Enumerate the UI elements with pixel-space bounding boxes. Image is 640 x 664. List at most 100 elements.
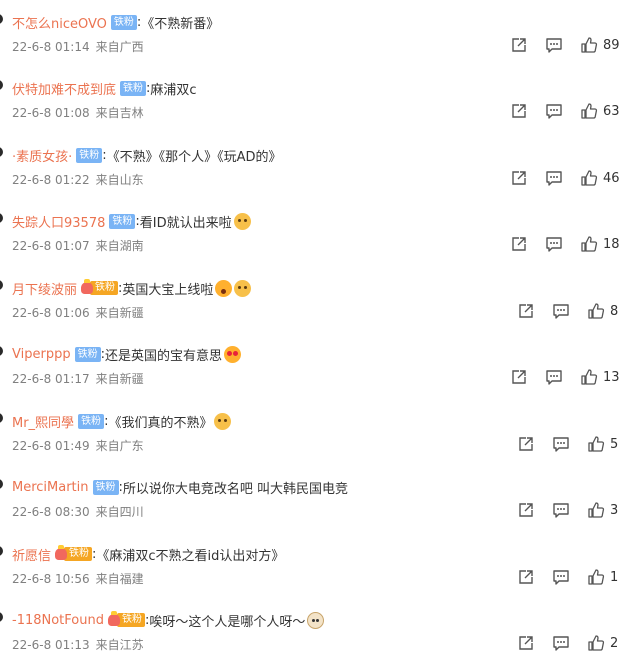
cat-emoji xyxy=(307,611,325,629)
fan-badge-label: 铁粉 xyxy=(116,613,145,627)
share-icon[interactable] xyxy=(517,568,535,586)
like-count: 5 xyxy=(610,436,619,452)
comment-meta: 22-6-8 01:22 来自山东 xyxy=(12,171,144,188)
comment-item: 失踪人口93578 铁粉: 看ID就认出来啦 22-6-8 01:07 来自湖南 18 xyxy=(0,199,640,265)
comment-meta: 22-6-8 01:06 来自新疆 xyxy=(12,304,144,321)
thumbs-up-icon[interactable] xyxy=(580,102,598,120)
username-link[interactable]: -118NotFound xyxy=(12,613,104,628)
share-icon[interactable] xyxy=(510,169,528,187)
thumbs-up-icon[interactable] xyxy=(587,435,605,453)
like-count: 8 xyxy=(610,303,619,319)
avatar[interactable] xyxy=(0,280,3,290)
avatar[interactable] xyxy=(0,346,3,356)
share-icon[interactable] xyxy=(517,435,535,453)
comment-icon[interactable] xyxy=(552,302,570,320)
comment-meta: 22-6-8 10:56 来自福建 xyxy=(12,570,144,587)
thumbs-up-icon[interactable] xyxy=(580,36,598,54)
avatar[interactable] xyxy=(0,612,3,622)
comment-meta: 22-6-8 01:14 来自广西 xyxy=(12,38,144,55)
comment-icon[interactable] xyxy=(545,368,563,386)
thumbs-up-icon[interactable] xyxy=(587,302,605,320)
avatar[interactable] xyxy=(0,479,3,489)
username-link[interactable]: 失踪人口93578 xyxy=(12,212,105,231)
avatar[interactable] xyxy=(0,14,3,24)
iron-fan-crown-badge: 铁粉 xyxy=(55,545,93,562)
iron-fan-badge: 铁粉 xyxy=(120,80,147,96)
share-icon[interactable] xyxy=(517,302,535,320)
share-icon[interactable] xyxy=(510,235,528,253)
share-icon[interactable] xyxy=(510,102,528,120)
thumbs-up-icon[interactable] xyxy=(587,501,605,519)
username-link[interactable]: MerciMartin xyxy=(12,480,89,495)
comment-timestamp: 22-6-8 01:08 xyxy=(12,106,90,120)
like-count: 1 xyxy=(610,569,619,585)
comment-text: 看ID就认出来啦 xyxy=(139,215,232,231)
comment-meta: 22-6-8 08:30 来自四川 xyxy=(12,503,144,520)
dog-emoji xyxy=(234,279,252,297)
username-link[interactable]: Viperppp xyxy=(12,347,71,362)
comment-actions: 18 xyxy=(510,234,620,254)
comment-content-line: 不怎么niceOVO 铁粉: 《不熟新番》 xyxy=(12,13,219,32)
share-icon[interactable] xyxy=(517,501,535,519)
like-count: 18 xyxy=(603,236,620,252)
comment-location: 来自新疆 xyxy=(95,306,144,320)
comment-item: ·素质女孩· 铁粉: 《不熟》《那个人》《玩AD的》 22-6-8 01:22 来自山东… xyxy=(0,133,640,199)
iron-fan-crown-badge: 铁粉 xyxy=(107,611,145,628)
comment-text: 所以说你大电竞改名吧 叫大韩民国电竞 xyxy=(122,481,349,497)
comment-timestamp: 22-6-8 10:56 xyxy=(12,572,90,586)
comment-icon[interactable] xyxy=(545,169,563,187)
comment-text: 唉呀～这个人是哪个人呀～ xyxy=(149,614,306,630)
comment-list: 不怎么niceOVO 铁粉: 《不熟新番》 22-6-8 01:14 来自广西 89 伏特加… xyxy=(0,0,640,657)
username-link[interactable]: ·素质女孩· xyxy=(12,146,72,165)
avatar[interactable] xyxy=(0,413,3,423)
username-link[interactable]: 伏特加难不成到底 xyxy=(12,79,116,98)
thumbs-up-icon[interactable] xyxy=(580,235,598,253)
share-icon[interactable] xyxy=(510,36,528,54)
username-link[interactable]: Mr_熙同學 xyxy=(12,412,74,431)
avatar[interactable] xyxy=(0,546,3,556)
thumbs-up-icon[interactable] xyxy=(587,634,605,652)
comment-icon[interactable] xyxy=(552,568,570,586)
comment-actions: 3 xyxy=(517,500,618,520)
comment-location: 来自四川 xyxy=(95,505,144,519)
like-count: 2 xyxy=(610,635,619,651)
avatar[interactable] xyxy=(0,147,3,157)
comment-icon[interactable] xyxy=(552,501,570,519)
comment-icon[interactable] xyxy=(545,235,563,253)
comment-location: 来自广西 xyxy=(95,40,144,54)
comment-item: 伏特加难不成到底 铁粉: 麻浦双c 22-6-8 01:08 来自吉林 63 xyxy=(0,66,640,132)
username-link[interactable]: 祈愿信 xyxy=(12,545,51,564)
thumbs-up-icon[interactable] xyxy=(580,169,598,187)
like-count: 13 xyxy=(603,369,620,385)
comment-timestamp: 22-6-8 01:49 xyxy=(12,439,90,453)
iron-fan-badge: 铁粉 xyxy=(78,413,105,429)
comment-icon[interactable] xyxy=(545,102,563,120)
comment-actions: 1 xyxy=(517,567,618,587)
comment-item: -118NotFound 铁粉: 唉呀～这个人是哪个人呀～ 22-6-8 01:13 来… xyxy=(0,598,640,664)
comment-content-line: ·素质女孩· 铁粉: 《不熟》《那个人》《玩AD的》 xyxy=(12,146,282,165)
comment-text: 《麻浦双c不熟之看id认出对方》 xyxy=(96,548,285,564)
comment-content-line: -118NotFound 铁粉: 唉呀～这个人是哪个人呀～ xyxy=(12,611,325,630)
comment-meta: 22-6-8 01:08 来自吉林 xyxy=(12,104,144,121)
comment-timestamp: 22-6-8 01:07 xyxy=(12,239,90,253)
username-link[interactable]: 不怎么niceOVO xyxy=(12,13,107,32)
comment-icon[interactable] xyxy=(552,435,570,453)
avatar[interactable] xyxy=(0,80,3,90)
comment-meta: 22-6-8 01:07 来自湖南 xyxy=(12,237,144,254)
share-icon[interactable] xyxy=(510,368,528,386)
comment-icon[interactable] xyxy=(545,36,563,54)
comment-timestamp: 22-6-8 01:13 xyxy=(12,638,90,652)
dog-emoji xyxy=(214,412,232,430)
comment-item: MerciMartin 铁粉: 所以说你大电竞改名吧 叫大韩民国电竞 22-6-8 0… xyxy=(0,465,640,531)
comment-content-line: 失踪人口93578 铁粉: 看ID就认出来啦 xyxy=(12,212,251,231)
share-icon[interactable] xyxy=(517,634,535,652)
iron-fan-badge: 铁粉 xyxy=(74,346,101,362)
comment-icon[interactable] xyxy=(552,634,570,652)
thumbs-up-icon[interactable] xyxy=(580,368,598,386)
thumbs-up-icon[interactable] xyxy=(587,568,605,586)
comment-actions: 2 xyxy=(517,633,618,653)
avatar[interactable] xyxy=(0,213,3,223)
username-link[interactable]: 月下绫波丽 xyxy=(12,279,77,298)
comment-item: 祈愿信 铁粉: 《麻浦双c不熟之看id认出对方》 22-6-8 10:56 来自福建 1 xyxy=(0,532,640,598)
comment-item: Viperppp 铁粉: 还是英国的宝有意思 22-6-8 01:17 来自新疆 13 xyxy=(0,332,640,398)
